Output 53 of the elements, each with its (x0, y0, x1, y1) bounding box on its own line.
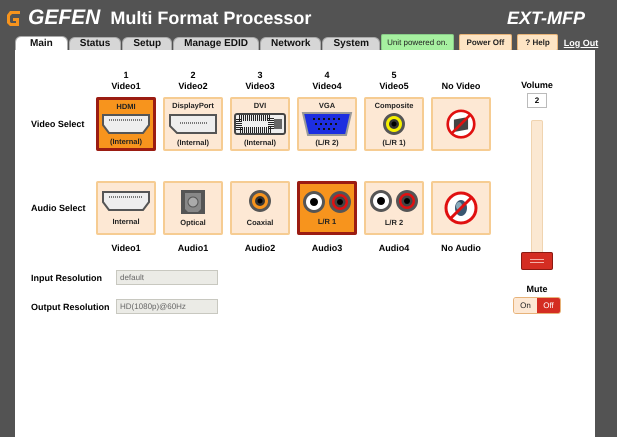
slider-thumb[interactable] (521, 252, 553, 270)
volume-slider[interactable] (521, 120, 553, 270)
resolution-field[interactable]: HD(1080p)@60Hz (116, 299, 218, 314)
audio-caption: Video1 (110, 243, 142, 253)
dvi-port-icon (234, 113, 286, 135)
volume-label: Volume (521, 80, 553, 90)
input-heading: No Video (440, 80, 482, 92)
input-heading: 2 Video2 (177, 69, 209, 92)
logout-link[interactable]: Log Out (564, 38, 598, 48)
tab[interactable]: Main (15, 36, 68, 50)
power-off-button[interactable]: Power Off (458, 34, 512, 51)
audio-caption: Audio2 (244, 243, 276, 253)
mute-toggle-option[interactable]: On (514, 298, 537, 313)
audio-input-tile[interactable] (431, 181, 491, 235)
tab[interactable]: System (322, 37, 380, 50)
mute-label: Mute (526, 284, 548, 294)
volume-value: 2 (527, 93, 547, 108)
power-status: Unit powered on. (381, 34, 454, 51)
rca-jack-icon (382, 112, 406, 136)
row-label: Audio Select (31, 203, 87, 213)
tab[interactable]: Network (260, 37, 322, 50)
field-label: Input Resolution (31, 272, 103, 282)
resolution-field[interactable]: default (116, 270, 218, 285)
audio-caption: Audio4 (378, 243, 410, 253)
no-audio-icon (444, 191, 478, 225)
app-title: Multi Format Processor (110, 8, 312, 28)
optical-port-icon (180, 188, 206, 215)
audio-caption: Audio1 (176, 243, 210, 253)
displayport-icon (168, 113, 218, 135)
no-video-icon (444, 108, 478, 140)
tab[interactable]: Status (68, 37, 122, 50)
video-input-tile[interactable] (431, 97, 491, 151)
field-label: Output Resolution (31, 302, 110, 312)
model-name: EXT-MFP (506, 8, 585, 28)
audio-caption: No Audio (440, 243, 482, 253)
logo-icon (5, 9, 22, 27)
tab[interactable]: Manage EDID (173, 37, 260, 50)
mute-toggle-option[interactable]: Off (537, 298, 560, 313)
rca-jacks-icon (369, 189, 419, 214)
rca-jacks-icon (302, 190, 352, 214)
hdmi-port-icon (101, 113, 151, 135)
input-heading: 5 Video5 (378, 69, 410, 92)
vga-port-icon (301, 111, 353, 137)
tab[interactable]: Setup (122, 37, 172, 50)
brand-name: GEFEN (28, 6, 100, 30)
input-heading: 4 Video4 (311, 69, 343, 92)
hdmi-port-icon (101, 190, 151, 212)
coaxial-jack-icon (248, 189, 272, 214)
help-button[interactable]: ? Help (517, 34, 558, 51)
input-heading: 1 Video1 (110, 69, 142, 92)
audio-caption: Audio3 (310, 243, 344, 253)
input-heading: 3 Video3 (244, 69, 276, 92)
row-label: Video Select (31, 119, 86, 129)
